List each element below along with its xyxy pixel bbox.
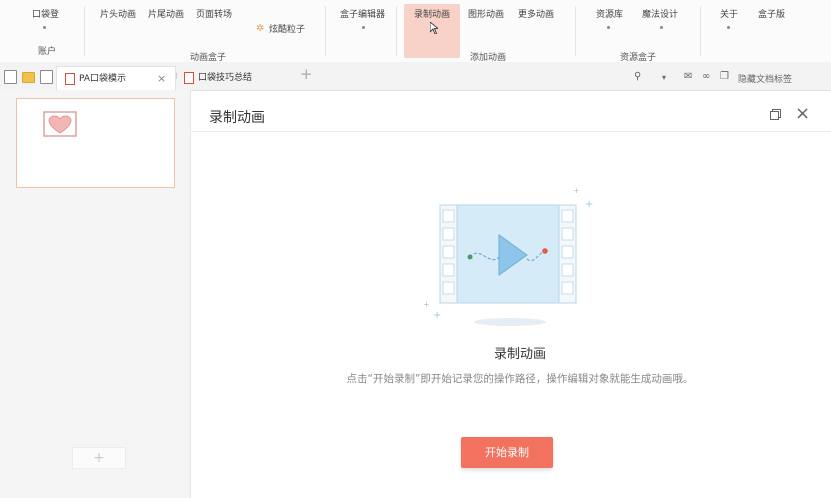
particle-button[interactable]: 炫酷粒子	[269, 25, 305, 36]
tab-divider-icon: ⁝	[175, 72, 178, 82]
sparkle-icon: ✲	[256, 23, 265, 34]
pocket-login-button[interactable]: 口袋登	[32, 10, 59, 21]
heart-frame-icon	[43, 111, 77, 137]
record-heading: 录制动画	[493, 347, 546, 362]
restore-window-icon[interactable]	[770, 109, 781, 120]
ribbon-separator	[575, 6, 576, 56]
tab-pocket-tips[interactable]: 口袋技巧总结	[184, 66, 294, 90]
box-editor-button[interactable]: 盒子编辑器	[340, 10, 385, 21]
dropdown-dot-icon	[43, 26, 46, 29]
panel-divider	[190, 131, 831, 132]
close-icon[interactable]: ×	[795, 104, 810, 124]
more-anim-button[interactable]: 更多动画	[518, 10, 554, 21]
panel-title: 录制动画	[209, 110, 265, 126]
page-transition-button[interactable]: 页面转场	[196, 10, 232, 21]
chevron-down-icon[interactable]: ▾	[662, 73, 666, 82]
dropdown-dot-icon	[362, 26, 365, 29]
dropdown-dot-icon	[660, 26, 663, 29]
box-version-button[interactable]: 盒子版	[758, 10, 785, 21]
mouse-cursor-icon	[430, 22, 438, 34]
document-icon	[65, 72, 75, 85]
folder-icon[interactable]	[22, 72, 35, 83]
add-slide-button[interactable]: +	[72, 447, 126, 469]
tab-pa-pocket[interactable]: PA口袋模示 ×	[56, 66, 176, 91]
new-file-icon[interactable]	[4, 70, 17, 84]
link-icon[interactable]: ∞	[702, 71, 710, 82]
tab-label: PA口袋模示	[79, 74, 127, 84]
save-icon[interactable]	[40, 70, 53, 84]
intro-anim-button[interactable]: 片头动画	[100, 10, 136, 21]
resource-lib-button[interactable]: 资源库	[596, 10, 623, 21]
film-play-illustration: + + + +	[423, 186, 593, 326]
svg-text:+: +	[585, 199, 593, 210]
dropdown-dot-icon	[607, 26, 610, 29]
ribbon-separator	[325, 6, 326, 56]
record-anim-button[interactable]: 录制动画	[414, 10, 450, 21]
tab-label: 口袋技巧总结	[198, 73, 253, 83]
ribbon-separator	[396, 6, 397, 56]
about-button[interactable]: 关于	[720, 10, 738, 21]
svg-text:+: +	[433, 310, 441, 321]
ribbon-separator	[700, 6, 701, 56]
svg-text:+: +	[423, 300, 430, 309]
mail-icon[interactable]: ✉	[684, 71, 692, 82]
slide-thumbnail[interactable]	[16, 98, 175, 188]
document-icon	[184, 71, 194, 84]
close-tab-icon[interactable]: ×	[157, 67, 166, 91]
start-recording-button[interactable]: 开始录制	[461, 437, 553, 468]
add-tab-icon[interactable]: +	[300, 65, 313, 83]
svg-text:+: +	[573, 186, 580, 195]
record-description: 点击“开始录制”即开始记录您的操作路径，操作编辑对象就能生成动画哦。	[346, 373, 694, 385]
path-anim-button[interactable]: 图形动画	[468, 10, 504, 21]
pin-icon[interactable]: ⚲	[634, 71, 641, 82]
ribbon-separator	[84, 6, 85, 56]
magic-design-button[interactable]: 魔法设计	[642, 10, 678, 21]
dropdown-dot-icon	[727, 26, 730, 29]
ribbon-toolbar: 口袋登 账户 片头动画 片尾动画 页面转场 ✲ 炫酷粒子 动画盒子 盒子编辑器 …	[0, 0, 831, 63]
outro-anim-button[interactable]: 片尾动画	[148, 10, 184, 21]
window-icon[interactable]: ❐	[720, 71, 729, 82]
hide-doc-tabs-button[interactable]: 隐藏文档标签	[738, 72, 792, 85]
group-account: 账户	[38, 47, 57, 57]
